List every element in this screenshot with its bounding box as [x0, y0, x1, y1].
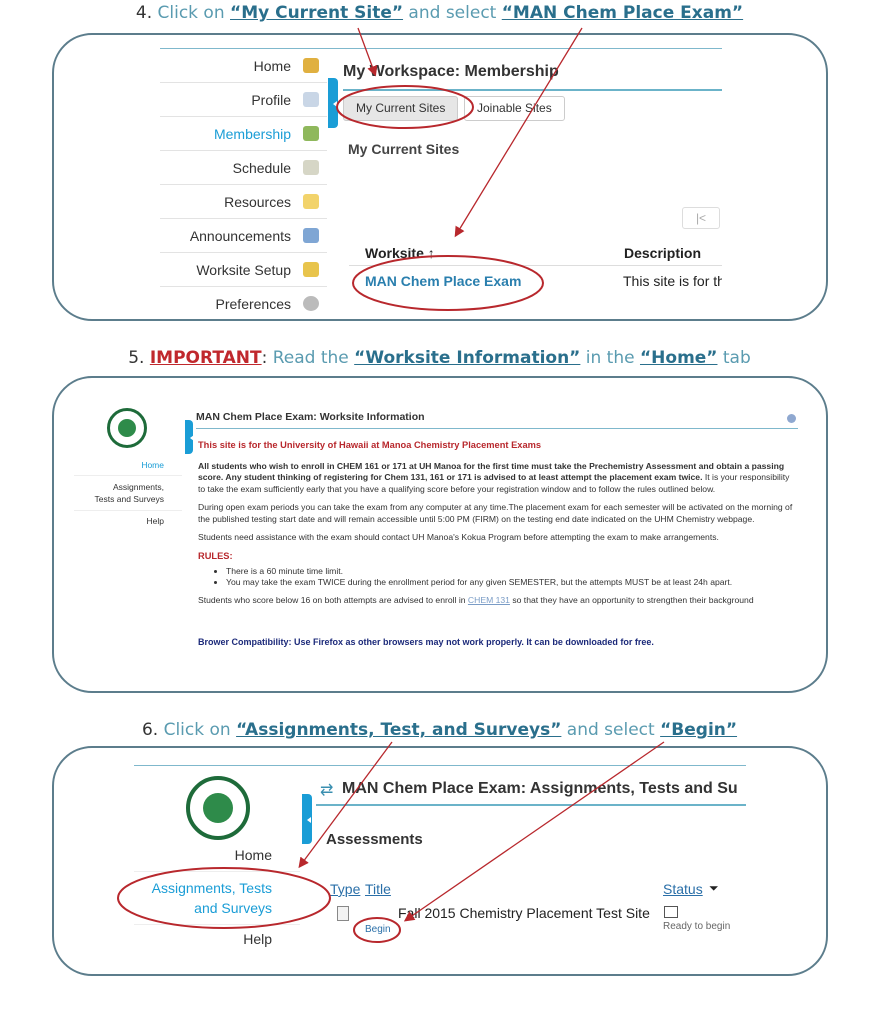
sidebar-collapse-toggle[interactable] [328, 78, 338, 128]
worksite-description: This site is for th [623, 273, 722, 289]
university-seal-logo [107, 408, 147, 448]
profile-icon [303, 92, 319, 107]
sidebar-item-schedule[interactable]: Schedule [160, 151, 327, 185]
browser-compatibility-note: Brower Compatibility: Use Firefox as oth… [198, 636, 654, 647]
tab-my-current-sites[interactable]: My Current Sites [343, 96, 459, 121]
chem-131-link[interactable]: CHEM 131 [468, 595, 510, 605]
rule-item: You may take the exam TWICE during the e… [226, 577, 798, 588]
folder-icon [303, 194, 319, 209]
rule-item: There is a 60 minute time limit. [226, 566, 798, 577]
sidebar: Home Assignments, Tests and Surveys Help [134, 843, 300, 953]
rules-heading: RULES: [198, 550, 233, 561]
info-heading: This site is for the University of Hawai… [198, 440, 542, 450]
column-title[interactable]: Title [365, 881, 391, 897]
document-icon [337, 906, 349, 921]
pager-first-button[interactable]: |< [682, 207, 720, 229]
worksite-info-content: This site is for the University of Hawai… [198, 440, 798, 655]
sidebar-item-help[interactable]: Help [74, 511, 182, 531]
section-title: My Current Sites [348, 141, 460, 157]
page-title: My Workspace: Membership [343, 63, 559, 80]
page-title: MAN Chem Place Exam: Assignments, Tests … [342, 780, 738, 797]
sidebar-item-profile[interactable]: Profile [160, 83, 327, 117]
sidebar-item-home[interactable]: Home [74, 458, 182, 476]
home-icon [303, 58, 319, 73]
column-worksite[interactable]: Worksite ↑ [365, 245, 435, 261]
megaphone-icon [303, 228, 319, 243]
sidebar-collapse-toggle[interactable] [302, 794, 312, 844]
filter-icon[interactable]: ⏷ [709, 881, 719, 896]
gear-icon [303, 296, 319, 311]
users-icon [303, 126, 319, 141]
assessments-screenshot: Home Assignments, Tests and Surveys Help … [52, 746, 828, 976]
sidebar-item-preferences[interactable]: Preferences [160, 287, 327, 319]
section-title: Assessments [326, 831, 423, 848]
edit-icon [664, 906, 678, 918]
sidebar: Home Profile Membership Schedule Resourc… [160, 49, 327, 319]
step-4-heading: 4. Click on “My Current Site” and select… [135, 3, 744, 23]
info-paragraph: Students need assistance with the exam s… [198, 532, 719, 542]
info-paragraph: All students who wish to enroll in CHEM … [198, 460, 790, 494]
step-6-heading: 6. Click on “Assignments, Test, and Surv… [141, 720, 738, 740]
sidebar-item-announcements[interactable]: Announcements [160, 219, 327, 253]
column-status[interactable]: Status [663, 881, 703, 897]
calendar-icon [303, 160, 319, 175]
sidebar-item-help[interactable]: Help [134, 925, 300, 953]
step-5-heading: 5. IMPORTANT: Read the “Worksite Informa… [128, 348, 751, 368]
worksite-info-screenshot: Home Assignments, Tests and Surveys Help… [52, 376, 828, 693]
column-description: Description [624, 245, 702, 261]
sidebar-item-home[interactable]: Home [134, 843, 300, 872]
university-seal-logo [186, 776, 250, 840]
info-paragraph: Students who score below 16 on both atte… [198, 595, 754, 605]
sidebar-item-membership[interactable]: Membership [160, 117, 327, 151]
sidebar-item-assignments[interactable]: Assignments, Tests and Surveys [134, 872, 300, 925]
setup-icon [303, 262, 319, 277]
sidebar-item-resources[interactable]: Resources [160, 185, 327, 219]
info-paragraph: During open exam periods you can take th… [198, 502, 793, 524]
swap-icon[interactable]: ⇄ [320, 780, 333, 800]
sidebar: Home Assignments, Tests and Surveys Help [74, 458, 182, 531]
worksite-link[interactable]: MAN Chem Place Exam [365, 273, 521, 289]
page-title: MAN Chem Place Exam: Worksite Informatio… [196, 411, 425, 423]
column-type[interactable]: Type [330, 881, 360, 897]
sidebar-item-assignments[interactable]: Assignments, Tests and Surveys [74, 476, 182, 511]
assessment-title: Fall 2015 Chemistry Placement Test Site [398, 905, 650, 921]
begin-link[interactable]: Begin [365, 924, 391, 935]
help-icon[interactable] [787, 414, 796, 423]
sidebar-item-worksite-setup[interactable]: Worksite Setup [160, 253, 327, 287]
tab-joinable-sites[interactable]: Joinable Sites [464, 96, 565, 121]
membership-screenshot: Home Profile Membership Schedule Resourc… [52, 33, 828, 321]
sidebar-collapse-toggle[interactable] [185, 420, 194, 454]
status-text: Ready to begin [663, 921, 731, 932]
sidebar-item-home[interactable]: Home [160, 49, 327, 83]
